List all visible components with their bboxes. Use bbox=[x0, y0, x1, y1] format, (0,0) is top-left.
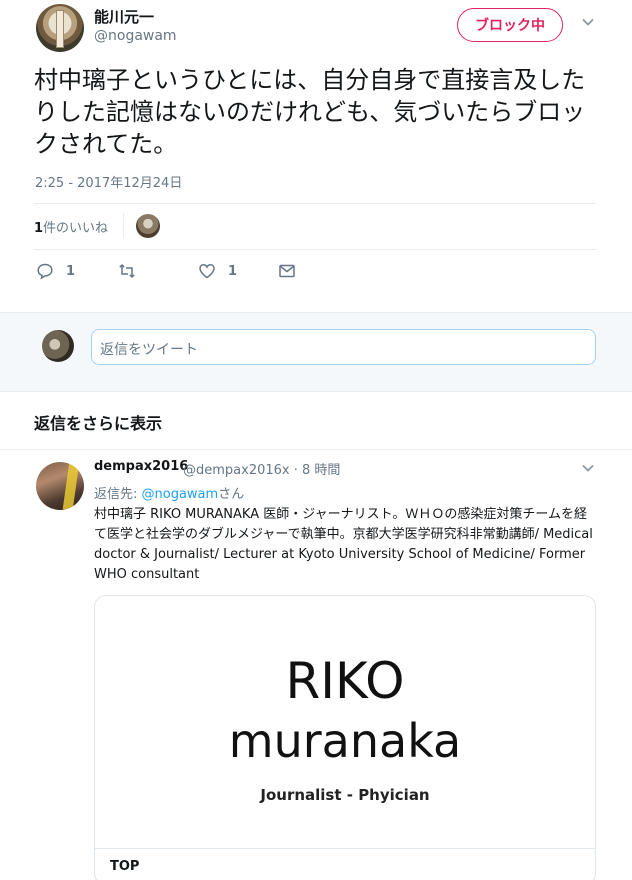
dm-action[interactable] bbox=[278, 262, 296, 280]
card-title-line2: muranaka bbox=[228, 714, 462, 768]
current-user-avatar bbox=[42, 330, 74, 362]
envelope-icon bbox=[279, 264, 295, 278]
reply-icon bbox=[37, 263, 53, 280]
likes-row: 1件のいいね bbox=[34, 203, 596, 249]
tweet-timestamp[interactable]: 2:25 - 2017年12月24日 bbox=[35, 172, 182, 191]
more-replies[interactable]: 返信をさらに表示 bbox=[0, 392, 632, 450]
likes-label: 件のいいね bbox=[43, 221, 109, 236]
likes-separator bbox=[123, 213, 124, 239]
blocked-button[interactable]: ブロック中 bbox=[457, 8, 563, 42]
reply-text: 村中璃子 RIKO MURANAKA 医師・ジャーナリスト。ＷＨＯの感染症対策チ… bbox=[94, 507, 593, 582]
chevron-down-icon[interactable] bbox=[580, 14, 596, 30]
card-subtitle: Journalist - Phyician bbox=[260, 786, 430, 804]
reply-count: 1 bbox=[66, 263, 76, 279]
reply-composer: 返信をツイート bbox=[0, 312, 632, 392]
liker-avatar[interactable] bbox=[136, 214, 160, 238]
reply-handle-text: @dempax2016x bbox=[183, 463, 290, 478]
likes-count[interactable]: 1件のいいね bbox=[34, 217, 108, 236]
reply-to-prefix: 返信先: bbox=[94, 487, 142, 502]
more-replies-label[interactable]: 返信をさらに表示 bbox=[34, 410, 162, 434]
like-count: 1 bbox=[228, 263, 238, 279]
chevron-down-icon[interactable] bbox=[580, 460, 596, 476]
reply-tweet: dempax2016 @dempax2016x · 8 時間 返信先: @nog… bbox=[0, 450, 632, 880]
divider bbox=[34, 249, 596, 250]
reply-author-name[interactable]: dempax2016 bbox=[94, 459, 188, 474]
main-tweet: 能川元一 @nogawam ブロック中 村中璃子というひとには、自分自身で直接言… bbox=[0, 0, 632, 312]
author-handle[interactable]: @nogawam bbox=[94, 28, 177, 44]
reply-time[interactable]: · 8 時間 bbox=[294, 463, 341, 478]
retweet-action[interactable] bbox=[118, 262, 148, 280]
author-avatar[interactable] bbox=[36, 4, 84, 52]
reply-to-suffix: さん bbox=[218, 487, 245, 502]
like-action[interactable]: 1 bbox=[198, 262, 237, 280]
retweet-icon bbox=[119, 263, 135, 279]
likes-number: 1 bbox=[34, 221, 44, 236]
card-title-line1: RIKO bbox=[285, 652, 405, 710]
reply-to-mention[interactable]: @nogawam bbox=[142, 487, 219, 502]
link-card[interactable]: RIKO muranaka Journalist - Phyician TOP bbox=[94, 595, 596, 880]
reply-author-avatar[interactable] bbox=[36, 462, 84, 510]
tweet-actions: 1 1 bbox=[36, 262, 596, 282]
author-display-name[interactable]: 能川元一 bbox=[94, 6, 154, 27]
tweet-text: 村中璃子というひとには、自分自身で直接言及したりした記憶はないのだけれども、気づ… bbox=[34, 66, 586, 158]
card-footer-title: TOP bbox=[110, 859, 140, 874]
reply-action[interactable]: 1 bbox=[36, 262, 75, 280]
heart-icon bbox=[199, 264, 215, 279]
reply-to: 返信先: @nogawamさん bbox=[94, 483, 244, 502]
reply-author-handle[interactable]: @dempax2016x · 8 時間 bbox=[183, 459, 340, 478]
reply-input[interactable]: 返信をツイート bbox=[91, 329, 596, 365]
card-divider bbox=[95, 848, 595, 849]
